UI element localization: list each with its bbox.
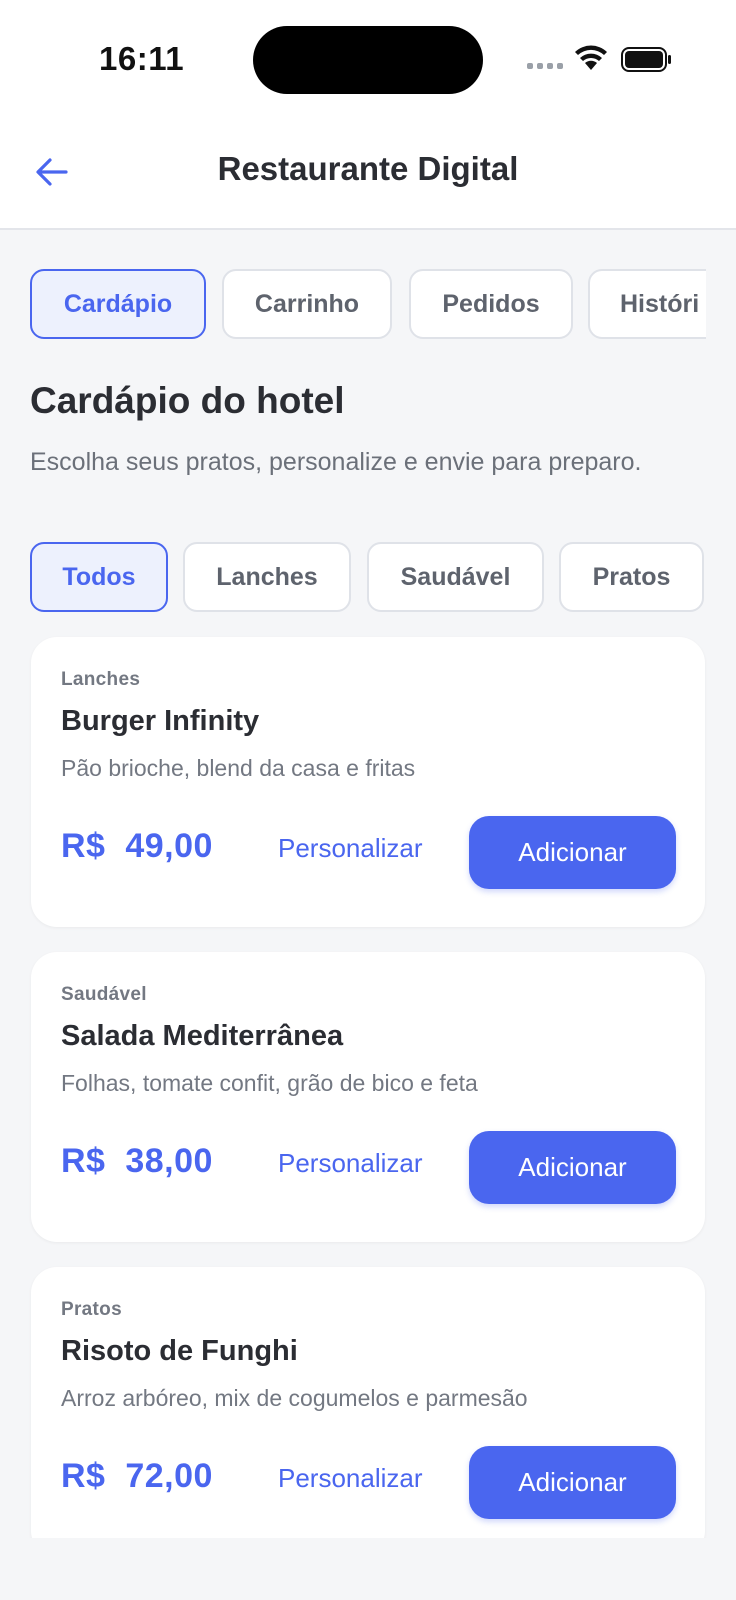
item-category: Pratos [61, 1299, 122, 1320]
page-title: Restaurante Digital [217, 150, 519, 187]
tab-historico[interactable]: Históri [588, 269, 706, 339]
section-title: Cardápio do hotel [30, 380, 345, 421]
app-screen: 16:11 Restaurante Digital Cardápio Carri… [0, 0, 736, 1600]
menu-item-card: Saudável Salada Mediterrânea Folhas, tom… [31, 952, 705, 1242]
item-description: Folhas, tomate confit, grão de bico e fe… [61, 1070, 478, 1096]
tab-pedidos[interactable]: Pedidos [409, 269, 573, 339]
add-button[interactable]: Adicionar [469, 816, 676, 889]
section-subtitle: Escolha seus pratos, personalize e envie… [30, 448, 642, 476]
item-name: Risoto de Funghi [61, 1335, 298, 1367]
content-area: 16:11 Restaurante Digital Cardápio Carri… [0, 0, 736, 1538]
item-category: Lanches [61, 669, 141, 690]
item-price: R$ 38,00 [61, 1142, 213, 1180]
item-price: R$ 49,00 [61, 827, 213, 865]
cellular-signal-icon [527, 63, 563, 69]
item-price: R$ 72,00 [61, 1457, 213, 1495]
add-button[interactable]: Adicionar [469, 1446, 676, 1519]
filter-lanches[interactable]: Lanches [183, 542, 351, 612]
category-filters: Todos Lanches Saudável Pratos [30, 542, 706, 612]
wifi-icon [575, 45, 607, 70]
status-time: 16:11 [99, 40, 185, 77]
customize-link[interactable]: Personalizar [278, 1463, 423, 1494]
battery-icon [621, 47, 671, 72]
item-description: Arroz arbóreo, mix de cogumelos e parmes… [61, 1385, 528, 1411]
add-button[interactable]: Adicionar [469, 1131, 676, 1204]
item-name: Burger Infinity [61, 705, 260, 737]
dynamic-island [253, 26, 483, 94]
tab-cardapio[interactable]: Cardápio [30, 269, 206, 339]
filter-saudavel[interactable]: Saudável [367, 542, 544, 612]
status-bar: 16:11 [0, 0, 736, 120]
menu-item-card: Lanches Burger Infinity Pão brioche, ble… [31, 637, 705, 927]
item-description: Pão brioche, blend da casa e fritas [61, 755, 416, 781]
main-tabs: Cardápio Carrinho Pedidos Históri [30, 269, 706, 339]
item-name: Salada Mediterrânea [61, 1020, 344, 1052]
customize-link[interactable]: Personalizar [278, 1148, 423, 1179]
item-category: Saudável [61, 984, 147, 1005]
menu-item-card: Pratos Risoto de Funghi Arroz arbóreo, m… [31, 1267, 705, 1538]
navigation-bar: Restaurante Digital [0, 120, 736, 230]
filter-pratos[interactable]: Pratos [559, 542, 704, 612]
filter-todos[interactable]: Todos [30, 542, 168, 612]
tab-carrinho[interactable]: Carrinho [222, 269, 392, 339]
customize-link[interactable]: Personalizar [278, 833, 423, 864]
